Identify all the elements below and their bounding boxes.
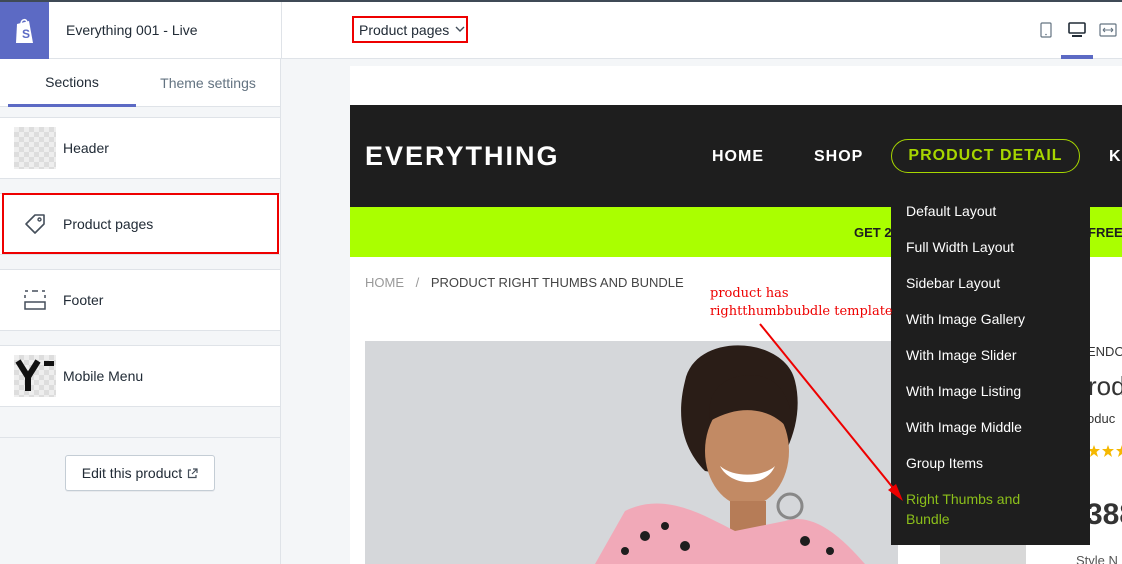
annotation-line-1: product has	[710, 286, 789, 301]
chevron-down-icon	[455, 24, 465, 35]
section-label: Footer	[63, 292, 104, 308]
desktop-icon[interactable]	[1065, 18, 1089, 42]
menu-item-right-thumbs-bundle[interactable]: Right Thumbs and Bundle	[906, 489, 1046, 529]
fullscreen-icon[interactable]	[1096, 18, 1120, 42]
menu-item-full-width-layout[interactable]: Full Width Layout	[906, 237, 1014, 257]
sidebar-tabs: Sections Theme settings	[0, 59, 280, 107]
menu-item-sidebar-layout[interactable]: Sidebar Layout	[906, 273, 1000, 293]
highlight-box	[2, 193, 279, 254]
external-link-icon	[187, 467, 198, 479]
breadcrumb-home[interactable]: HOME	[365, 275, 404, 290]
product-desc-fragment: oduc	[1087, 411, 1116, 426]
menu-item-image-listing[interactable]: With Image Listing	[906, 381, 1021, 401]
section-label: Mobile Menu	[63, 368, 144, 384]
menu-item-image-middle[interactable]: With Image Middle	[906, 417, 1022, 437]
breadcrumb-current: PRODUCT RIGHT THUMBS AND BUNDLE	[430, 275, 684, 290]
store-name: Everything 001 - Live	[66, 22, 198, 38]
nav-next[interactable]: K	[1109, 148, 1122, 166]
site-logo[interactable]: EVERYTHING	[365, 141, 560, 172]
product-style-fragment: Style N	[1076, 553, 1118, 564]
tab-sections[interactable]: Sections	[8, 59, 136, 107]
menu-item-image-slider[interactable]: With Image Slider	[906, 345, 1016, 365]
mobile-icon[interactable]	[1034, 18, 1058, 42]
site-header: EVERYTHING HOME SHOP PRODUCT DETAIL K	[350, 105, 1122, 207]
product-title-fragment: rod	[1088, 371, 1122, 401]
product-vendor-fragment: ENDO	[1087, 344, 1122, 359]
shopify-logo-icon[interactable]: S	[0, 2, 49, 59]
nav-shop[interactable]: SHOP	[814, 148, 863, 166]
breadcrumb: HOME / PRODUCT RIGHT THUMBS AND BUNDLE	[365, 275, 684, 290]
product-image[interactable]	[365, 341, 898, 564]
footer-layout-icon	[14, 279, 56, 321]
tab-theme-settings[interactable]: Theme settings	[142, 59, 274, 107]
menu-item-default-layout[interactable]: Default Layout	[906, 201, 996, 221]
nav-home[interactable]: HOME	[712, 148, 764, 166]
breadcrumb-separator: /	[415, 275, 420, 290]
edit-product-button[interactable]: Edit this product	[65, 455, 215, 491]
svg-text:S: S	[22, 27, 30, 41]
top-bar: S Everything 001 - Live Product pages	[0, 0, 1122, 59]
annotation-line-2: rightthumbbubdle template	[710, 304, 893, 319]
page-type-select[interactable]: Product pages	[352, 16, 468, 43]
divider	[281, 2, 282, 59]
promo-text-right: FREE	[1088, 225, 1122, 240]
header-thumbnail-icon	[14, 127, 56, 169]
product-detail-dropdown: Default Layout Full Width Layout Sidebar…	[891, 193, 1090, 545]
section-footer[interactable]: Footer	[0, 269, 280, 331]
section-header[interactable]: Header	[0, 117, 280, 179]
menu-item-image-gallery[interactable]: With Image Gallery	[906, 309, 1025, 329]
section-label: Header	[63, 140, 109, 156]
edit-product-label: Edit this product	[81, 465, 183, 481]
menu-item-group-items[interactable]: Group Items	[906, 453, 983, 473]
product-price-fragment: 388	[1086, 498, 1122, 531]
promo-text-left: GET 2	[854, 225, 892, 240]
nav-product-detail[interactable]: PRODUCT DETAIL	[891, 139, 1080, 173]
active-device-indicator	[1061, 55, 1093, 59]
mobile-menu-thumbnail-icon	[14, 355, 56, 397]
page-select-label: Product pages	[359, 21, 450, 38]
rating-stars	[1088, 444, 1122, 458]
annotation-text: product has rightthumbbubdle template	[710, 285, 893, 321]
section-mobile-menu[interactable]: Mobile Menu	[0, 345, 280, 407]
